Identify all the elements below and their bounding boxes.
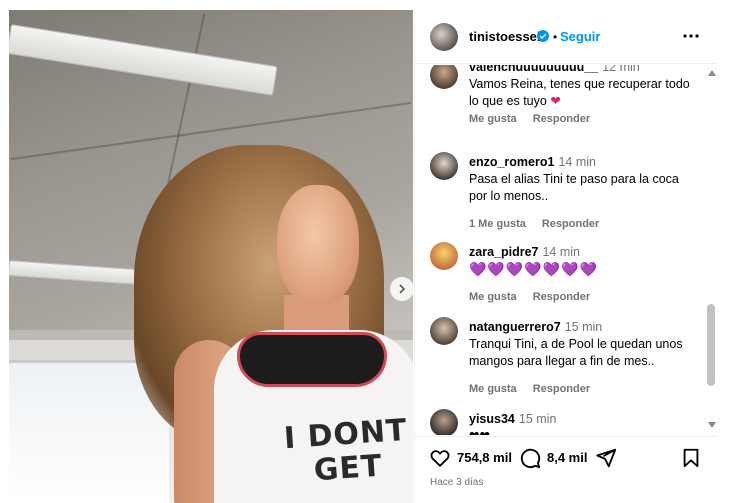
comment-actions: Me gusta Responder xyxy=(469,113,606,125)
scroll-down-arrow-icon[interactable] xyxy=(708,422,716,428)
comment-like-count[interactable]: Me gusta xyxy=(469,291,517,303)
comments-scrollbar[interactable] xyxy=(706,68,716,428)
commenter-avatar[interactable] xyxy=(430,317,458,345)
scroll-up-arrow-icon[interactable] xyxy=(708,70,716,76)
comment-time[interactable]: 14 min xyxy=(558,155,596,169)
commenter-avatar[interactable] xyxy=(430,409,458,435)
post-header: tinistoessel • Seguir xyxy=(415,10,717,64)
instagram-post-modal: I DONT GET tinistoessel • Seguir valench… xyxy=(0,0,730,503)
comment-text-content: Vamos Reina, tenes que recuperar todo lo… xyxy=(469,77,690,108)
commenter-username[interactable]: valenchuuuuuuuuu__ xyxy=(469,65,598,74)
comment-text: 💜💜💜💜💜💜💜 xyxy=(469,261,599,277)
commenter-avatar[interactable] xyxy=(430,65,458,89)
author-avatar[interactable] xyxy=(430,23,458,51)
photo-face xyxy=(277,185,359,305)
commenter-username[interactable]: natanguerrero7 xyxy=(469,320,561,334)
comments-panel: tinistoessel • Seguir valenchuuuuuuuuu__… xyxy=(414,10,717,503)
reply-button[interactable]: Responder xyxy=(533,291,590,303)
comments-list[interactable]: valenchuuuuuuuuu__ 12 min Vamos Reina, te… xyxy=(415,65,717,435)
comment-time[interactable]: 15 min xyxy=(519,412,557,426)
post-actions-bar: 754,8 mil 8,4 mil Hace 3 días xyxy=(415,436,717,503)
follow-button[interactable]: Seguir xyxy=(560,29,600,44)
reply-button[interactable]: Responder xyxy=(533,113,590,125)
share-icon[interactable] xyxy=(595,447,617,469)
scrollbar-thumb[interactable] xyxy=(707,304,715,386)
post-date[interactable]: Hace 3 días xyxy=(430,477,483,488)
verified-badge-icon xyxy=(537,30,549,42)
commenter-username[interactable]: zara_pidre7 xyxy=(469,245,538,259)
chevron-right-icon xyxy=(399,284,406,294)
author-username[interactable]: tinistoessel xyxy=(469,29,541,44)
comment-actions: Me gusta Responder xyxy=(469,291,606,303)
comment-actions: Me gusta Responder xyxy=(469,383,606,395)
comment-like-count[interactable]: Me gusta xyxy=(469,113,517,125)
commenter-avatar[interactable] xyxy=(430,242,458,270)
comment-body: natanguerrero7 15 min Tranqui Tini, a de … xyxy=(469,319,699,370)
heart-icon[interactable] xyxy=(429,447,451,469)
commenter-username[interactable]: yisus34 xyxy=(469,412,515,426)
more-options-icon[interactable] xyxy=(681,26,701,46)
reply-button[interactable]: Responder xyxy=(533,383,590,395)
comment-body: zara_pidre7 14 min 💜💜💜💜💜💜💜 xyxy=(469,244,699,278)
likes-count[interactable]: 754,8 mil xyxy=(457,450,512,465)
shirt-print-text: I DONT GET xyxy=(282,412,409,489)
comment-like-count[interactable]: Me gusta xyxy=(469,383,517,395)
comment-body: yisus34 15 min ❤❤ xyxy=(469,411,699,435)
comment-like-count[interactable]: 1 Me gusta xyxy=(469,218,526,230)
reply-button[interactable]: Responder xyxy=(542,218,599,230)
comment-time[interactable]: 14 min xyxy=(542,245,580,259)
comment-text: ❤❤ xyxy=(469,428,699,435)
separator-dot: • xyxy=(553,30,558,44)
comment-body: valenchuuuuuuuuu__ 12 min Vamos Reina, te… xyxy=(469,65,699,110)
comment-text: Vamos Reina, tenes que recuperar todo lo… xyxy=(469,76,699,110)
next-photo-button[interactable] xyxy=(390,277,413,301)
photo-bra xyxy=(237,332,387,387)
comment-icon[interactable] xyxy=(519,447,541,469)
post-photo[interactable]: I DONT GET xyxy=(9,10,413,503)
commenter-avatar[interactable] xyxy=(430,152,458,180)
heart-emoji: ❤ xyxy=(550,94,561,108)
comment-text: Pasa el alias Tini te paso para la coca … xyxy=(469,172,679,203)
comment-actions: 1 Me gusta Responder xyxy=(469,218,615,230)
bookmark-icon[interactable] xyxy=(680,447,702,469)
comment-time[interactable]: 12 min xyxy=(602,65,640,74)
comment-time[interactable]: 15 min xyxy=(565,320,603,334)
comments-count[interactable]: 8,4 mil xyxy=(547,450,587,465)
commenter-username[interactable]: enzo_romero1 xyxy=(469,155,554,169)
comment-body: enzo_romero1 14 min Pasa el alias Tini te… xyxy=(469,154,699,205)
comment-text: Tranqui Tini, a de Pool le quedan unos m… xyxy=(469,337,683,368)
